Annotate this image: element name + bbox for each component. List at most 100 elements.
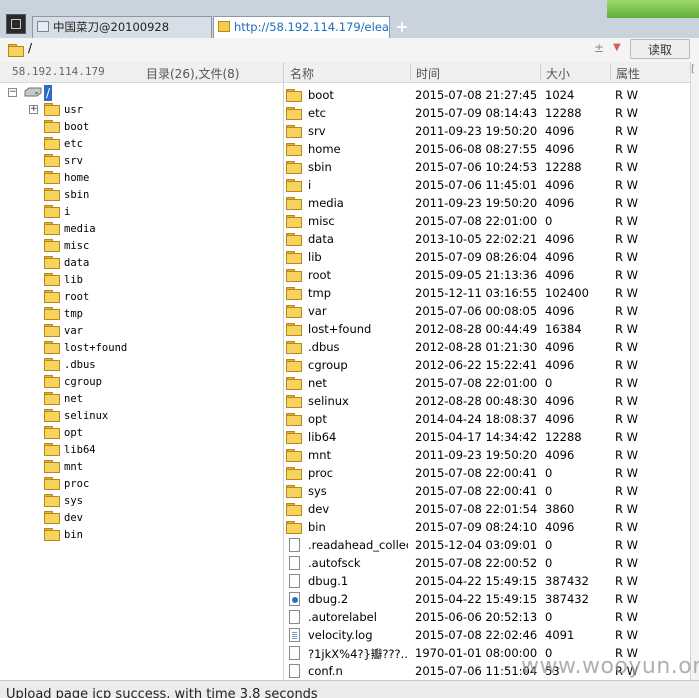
file-row[interactable]: lib 2015-07-09 08:26:04 4096 R W bbox=[284, 248, 690, 266]
tree-item-usr[interactable]: + usr bbox=[0, 102, 280, 118]
tree-item-net[interactable]: net bbox=[0, 391, 280, 407]
file-row[interactable]: opt 2014-04-24 18:08:37 4096 R W bbox=[284, 410, 690, 428]
file-row[interactable]: .dbus 2012-08-28 01:21:30 4096 R W bbox=[284, 338, 690, 356]
column-divider[interactable] bbox=[610, 64, 611, 80]
tree-item-lib64[interactable]: lib64 bbox=[0, 442, 280, 458]
file-row[interactable]: lost+found 2012-08-28 00:44:49 16384 R W bbox=[284, 320, 690, 338]
chevron-down-icon[interactable]: ▼ bbox=[613, 42, 621, 53]
file-row[interactable]: dbug.1 2015-04-22 15:49:15 387432 R W bbox=[284, 572, 690, 590]
file-row[interactable]: etc 2015-07-09 08:14:43 12288 R W bbox=[284, 104, 690, 122]
file-time: 2015-07-06 00:08:05 bbox=[415, 304, 538, 318]
tree-item-tmp[interactable]: tmp bbox=[0, 306, 280, 322]
file-row[interactable]: srv 2011-09-23 19:50:20 4096 R W bbox=[284, 122, 690, 140]
plus-minus-icon[interactable]: ± bbox=[594, 41, 604, 55]
file-row[interactable]: lib64 2015-04-17 14:34:42 12288 R W bbox=[284, 428, 690, 446]
folder-icon bbox=[286, 431, 302, 446]
file-row[interactable]: sys 2015-07-08 22:00:41 0 R W bbox=[284, 482, 690, 500]
file-row[interactable]: i 2015-07-06 11:45:01 4096 R W bbox=[284, 176, 690, 194]
vertical-scrollbar[interactable]: [ bbox=[690, 62, 699, 680]
file-row[interactable]: bin 2015-07-09 08:24:10 4096 R W bbox=[284, 518, 690, 536]
file-row[interactable]: net 2015-07-08 22:01:00 0 R W bbox=[284, 374, 690, 392]
tree-item-boot[interactable]: boot bbox=[0, 119, 280, 135]
file-row[interactable]: mnt 2011-09-23 19:50:20 4096 R W bbox=[284, 446, 690, 464]
tree-item-media[interactable]: media bbox=[0, 221, 280, 237]
tree-item-dbus[interactable]: .dbus bbox=[0, 357, 280, 373]
folder-icon bbox=[286, 341, 302, 356]
expand-icon[interactable]: + bbox=[29, 105, 38, 114]
tree-item-i[interactable]: i bbox=[0, 204, 280, 220]
file-row[interactable]: .autofsck 2015-07-08 22:00:52 0 R W bbox=[284, 554, 690, 572]
file-row[interactable]: velocity.log 2015-07-08 22:02:46 4091 R W bbox=[284, 626, 690, 644]
tree-root-label[interactable]: / bbox=[44, 85, 53, 101]
tree-item-lib[interactable]: lib bbox=[0, 272, 280, 288]
tree-item-selinux[interactable]: selinux bbox=[0, 408, 280, 424]
file-attr: R W bbox=[615, 394, 639, 408]
file-row[interactable]: media 2011-09-23 19:50:20 4096 R W bbox=[284, 194, 690, 212]
file-row[interactable]: proc 2015-07-08 22:00:41 0 R W bbox=[284, 464, 690, 482]
tree-item-etc[interactable]: etc bbox=[0, 136, 280, 152]
folder-icon bbox=[44, 324, 60, 337]
folder-icon bbox=[44, 205, 60, 218]
file-row[interactable]: selinux 2012-08-28 00:48:30 4096 R W bbox=[284, 392, 690, 410]
tree-item-cgroup[interactable]: cgroup bbox=[0, 374, 280, 390]
folder-icon bbox=[286, 449, 302, 464]
folder-icon bbox=[286, 197, 302, 212]
file-attr: R W bbox=[615, 142, 639, 156]
tree-item-label: sys bbox=[64, 495, 83, 507]
folder-icon bbox=[286, 395, 302, 410]
file-icon bbox=[289, 538, 300, 555]
window-menu-button[interactable] bbox=[6, 14, 26, 34]
file-name: dbug.1 bbox=[308, 574, 349, 588]
tree-item-lostfound[interactable]: lost+found bbox=[0, 340, 280, 356]
file-list-pane[interactable]: 名称 时间 大小 属性 boot 2015-07-08 21:27:45 1024 R… bbox=[284, 62, 690, 680]
address-input[interactable] bbox=[0, 38, 630, 61]
tree-item-srv[interactable]: srv bbox=[0, 153, 280, 169]
tree-item-root[interactable]: root bbox=[0, 289, 280, 305]
tree-item-home[interactable]: home bbox=[0, 170, 280, 186]
tree-item-proc[interactable]: proc bbox=[0, 476, 280, 492]
file-row[interactable]: var 2015-07-06 00:08:05 4096 R W bbox=[284, 302, 690, 320]
tree-item-label: boot bbox=[64, 121, 90, 133]
file-size: 4091 bbox=[545, 628, 575, 642]
read-button[interactable]: 读取 bbox=[630, 39, 690, 59]
tree-item-mnt[interactable]: mnt bbox=[0, 459, 280, 475]
file-row[interactable]: cgroup 2012-06-22 15:22:41 4096 R W bbox=[284, 356, 690, 374]
file-row[interactable]: root 2015-09-05 21:13:36 4096 R W bbox=[284, 266, 690, 284]
file-row[interactable]: boot 2015-07-08 21:27:45 1024 R W bbox=[284, 86, 690, 104]
file-row[interactable]: data 2013-10-05 22:02:21 4096 R W bbox=[284, 230, 690, 248]
file-row[interactable]: sbin 2015-07-06 10:24:53 12288 R W bbox=[284, 158, 690, 176]
column-divider[interactable] bbox=[540, 64, 541, 80]
tree-item-sys[interactable]: sys bbox=[0, 493, 280, 509]
file-row[interactable]: tmp 2015-12-11 03:16:55 102400 R W bbox=[284, 284, 690, 302]
tab-shell[interactable]: http://58.192.114.179/elearni... bbox=[213, 16, 390, 38]
new-tab-button[interactable]: + bbox=[395, 17, 409, 37]
column-header-time[interactable]: 时间 bbox=[416, 65, 440, 82]
tree-item-dev[interactable]: dev bbox=[0, 510, 280, 526]
tree-item-label: mnt bbox=[64, 461, 83, 473]
tree-item-misc[interactable]: misc bbox=[0, 238, 280, 254]
column-header-name[interactable]: 名称 bbox=[290, 65, 314, 82]
collapse-icon[interactable]: − bbox=[8, 88, 17, 97]
file-name: sbin bbox=[308, 160, 332, 174]
column-header-attr[interactable]: 属性 bbox=[616, 65, 640, 82]
tree-item-var[interactable]: var bbox=[0, 323, 280, 339]
file-icon bbox=[289, 574, 300, 591]
tree-item-sbin[interactable]: sbin bbox=[0, 187, 280, 203]
tab-home[interactable]: 中国菜刀@20100928 bbox=[32, 16, 212, 38]
file-row[interactable]: .readahead_collect 2015-12-04 03:09:01 0 R … bbox=[284, 536, 690, 554]
file-row[interactable]: dev 2015-07-08 22:01:54 3860 R W bbox=[284, 500, 690, 518]
tree-item-label: lib bbox=[64, 274, 83, 286]
folder-icon bbox=[286, 467, 302, 482]
tree-item-data[interactable]: data bbox=[0, 255, 280, 271]
file-size: 3860 bbox=[545, 502, 575, 516]
directory-tree-pane[interactable]: 58.192.114.179 目录(26),文件(8) − / + usr boot… bbox=[0, 62, 284, 680]
file-row[interactable]: misc 2015-07-08 22:01:00 0 R W bbox=[284, 212, 690, 230]
tree-item-opt[interactable]: opt bbox=[0, 425, 280, 441]
file-row[interactable]: dbug.2 2015-04-22 15:49:15 387432 R W bbox=[284, 590, 690, 608]
tree-item-bin[interactable]: bin bbox=[0, 527, 280, 543]
column-header-size[interactable]: 大小 bbox=[546, 65, 570, 82]
column-divider[interactable] bbox=[410, 64, 411, 80]
file-row[interactable]: .autorelabel 2015-06-06 20:52:13 0 R W bbox=[284, 608, 690, 626]
file-row[interactable]: home 2015-06-08 08:27:55 4096 R W bbox=[284, 140, 690, 158]
folder-icon bbox=[286, 377, 302, 392]
